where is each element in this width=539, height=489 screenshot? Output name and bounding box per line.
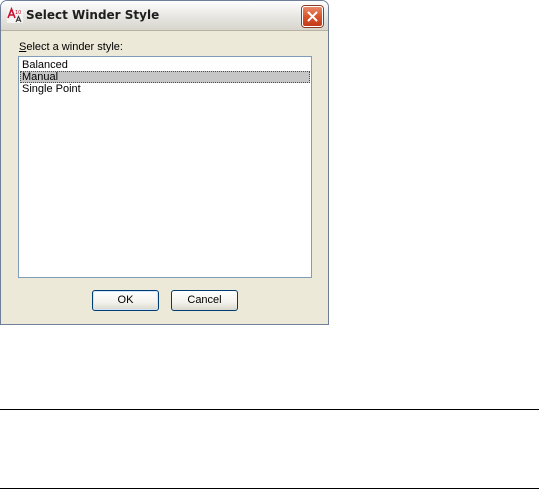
list-item-single-point[interactable]: Single Point bbox=[20, 83, 310, 95]
close-button[interactable] bbox=[302, 6, 323, 27]
svg-text:10: 10 bbox=[15, 10, 21, 16]
ok-button[interactable]: OK bbox=[92, 290, 159, 311]
autocad-architecture-icon: 10 bbox=[7, 6, 23, 23]
divider-line bbox=[0, 409, 539, 410]
prompt-text: elect a winder style: bbox=[26, 41, 123, 53]
select-winder-style-dialog: 10 Select Winder Style Select a winder s… bbox=[0, 0, 329, 325]
cancel-button[interactable]: Cancel bbox=[171, 290, 238, 311]
list-item-balanced[interactable]: Balanced bbox=[20, 59, 310, 71]
close-icon bbox=[307, 11, 318, 22]
list-item-manual[interactable]: Manual bbox=[20, 71, 310, 83]
dialog-title: Select Winder Style bbox=[26, 8, 160, 22]
winder-style-listbox[interactable]: Balanced Manual Single Point bbox=[18, 56, 312, 278]
winder-style-prompt-label: Select a winder style: bbox=[19, 41, 123, 53]
title-bar[interactable]: 10 Select Winder Style bbox=[1, 1, 328, 31]
